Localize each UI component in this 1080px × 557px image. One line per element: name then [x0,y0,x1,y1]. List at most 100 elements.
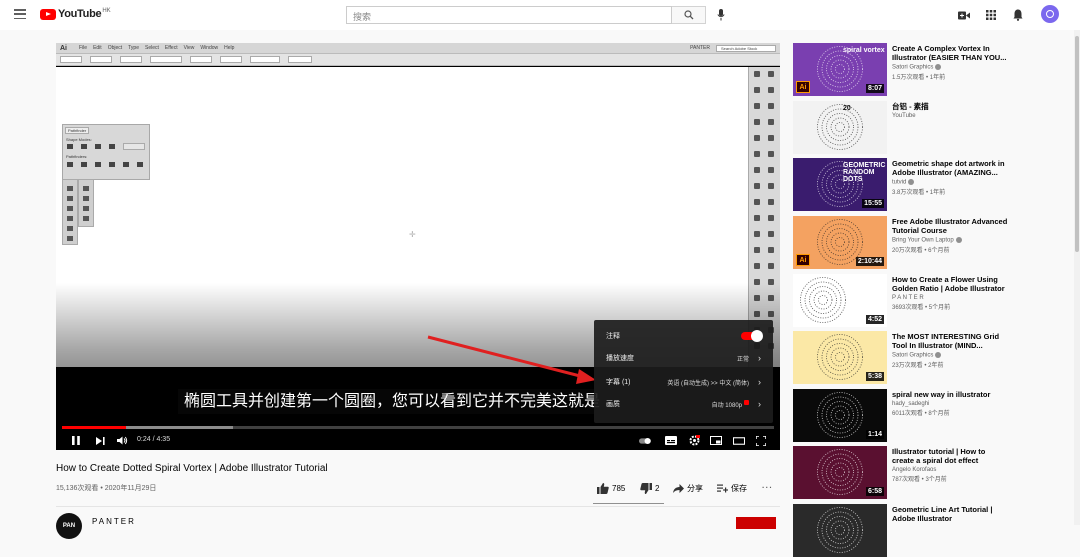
mic-icon [717,9,725,21]
captions-label: 字幕 (1) [606,379,631,386]
youtube-logo[interactable]: YouTube HK [40,8,111,20]
recommended-title[interactable]: Create A Complex Vortex In Illustrator (… [892,44,1008,62]
recommended-title[interactable]: 台铝 - 素描 [892,102,1008,111]
ai-menu-item: Effect [164,45,178,51]
recommended-title[interactable]: Geometric Line Art Tutorial | Adobe Illu… [892,505,1008,523]
subscribe-button[interactable] [736,517,776,529]
mic-button[interactable] [715,8,727,22]
annotations-toggle[interactable] [741,330,763,342]
video-thumbnail[interactable]: 5:38 [793,331,887,384]
recommended-video[interactable]: 4:52 How to Create a Flower Using Golden … [793,274,1063,327]
ai-tool-icon [768,135,774,141]
progress-played [62,426,127,429]
fullscreen-icon[interactable] [755,435,767,446]
quality-row[interactable]: 画质 自动 1080p › [594,393,773,415]
recommended-title[interactable]: Free Adobe Illustrator Advanced Tutorial… [892,217,1008,235]
search-button[interactable] [672,6,706,24]
pause-icon[interactable] [70,435,82,446]
ai-control-field [150,56,182,63]
ai-menu-item: Help [224,45,235,51]
like-button[interactable]: 785 [597,483,625,494]
ai-tool-icon [754,231,760,237]
next-icon[interactable] [94,435,106,446]
search-input[interactable]: 搜索 [346,6,672,24]
recommended-video[interactable]: spiral vortex Ai 8:07 Create A Complex Vort… [793,43,1063,96]
ai-tool-icon [754,71,760,77]
dislike-button[interactable]: 2 [640,483,659,494]
ai-tool-icon [768,247,774,253]
recommended-video[interactable]: 1:14 spiral new way in illustrator hady_sa… [793,389,1063,442]
subtitles-icon[interactable] [665,435,677,446]
playback-speed-row[interactable]: 播放速度 正常 › [594,347,773,369]
ai-tool-icon [754,263,760,269]
recommended-channel[interactable]: tutvid [892,179,1008,186]
annotations-label: 注释 [606,333,620,340]
volume-icon[interactable] [116,435,128,446]
recommended-video[interactable]: 5:38 The MOST INTERESTING Grid Tool In Il… [793,331,1063,384]
recommended-channel[interactable]: hady_sadeghi [892,401,1008,407]
ai-menu-item: Window [200,45,219,51]
recommended-video[interactable]: GEOMETRIC RANDOM DOTS 15:55 Geometric shap… [793,158,1063,211]
recommended-video[interactable]: Ai 2:10:44 Free Adobe Illustrator Advanced… [793,216,1063,269]
recommended-title[interactable]: spiral new way in illustrator [892,390,1008,399]
video-thumbnail[interactable]: 1:14 [793,389,887,442]
autoplay-toggle[interactable] [639,435,651,446]
apps-icon[interactable] [984,8,998,22]
illustrator-control-bar [56,54,780,66]
caption-tail: 这就是 [552,393,601,410]
theater-icon[interactable] [733,435,745,446]
video-duration: 6:58 [865,487,884,496]
recommended-title[interactable]: How to Create a Flower Using Golden Rati… [892,275,1008,293]
recommended-channel[interactable]: P A N T E R [892,295,1008,301]
ai-tool-icon [768,71,774,77]
video-info: spiral new way in illustrator hady_sadegh… [892,390,1008,417]
share-button[interactable]: 分享 [673,483,703,494]
youtube-play-icon [40,8,56,20]
scrollbar-thumb[interactable] [1075,36,1079,252]
ai-menu-item: Edit [93,45,102,51]
annotations-row[interactable]: 注释 [594,325,773,347]
miniplayer-icon[interactable] [710,435,722,446]
bell-icon[interactable] [1011,8,1025,22]
save-button[interactable]: 保存 [717,483,747,494]
recommended-channel[interactable]: Satori Graphics [892,64,1008,71]
video-thumbnail[interactable]: 20 [793,101,887,154]
recommended-video[interactable]: 6:58 Illustrator tutorial | How to create… [793,446,1063,499]
recommended-title[interactable]: Geometric shape dot artwork in Adobe Ill… [892,159,1008,177]
video-player[interactable]: Ai File Edit Object Type Select Effect V… [56,43,780,450]
recommended-channel[interactable]: Angelo Korofaos [892,467,1008,473]
channel-avatar[interactable]: PAN [56,513,82,539]
settings-gear-icon[interactable] [688,435,700,446]
ai-menu-item: Object [107,45,123,51]
recommended-video[interactable]: 20 台铝 - 素描 YouTube [793,101,1063,154]
avatar[interactable] [1041,5,1059,23]
video-thumbnail[interactable]: GEOMETRIC RANDOM DOTS 15:55 [793,158,887,211]
menu-icon[interactable] [14,9,26,19]
progress-bar[interactable] [62,426,774,429]
video-thumbnail[interactable]: 6:58 [793,446,887,499]
caption-text: 椭圆工具并创建第一个圆圈，您可以看到它并不完美这就是 [178,389,607,414]
video-thumbnail[interactable]: 4:52 [793,274,887,327]
create-video-icon[interactable] [957,8,971,22]
ai-menu-item: Select [144,45,159,51]
video-thumbnail[interactable]: Ai 2:10:44 [793,216,887,269]
recommended-title[interactable]: The MOST INTERESTING Grid Tool In Illust… [892,332,1008,350]
captions-row[interactable]: 字幕 (1) 英语 (自动生成) >> 中文 (简体) › [594,371,773,393]
share-label: 分享 [687,484,703,493]
recommended-channel[interactable]: YouTube [892,113,1008,119]
time-display: 0:24 / 4:35 [137,436,171,443]
more-icon[interactable]: ··· [762,483,773,492]
recommended-channel[interactable]: Bring Your Own Laptop [892,237,1008,244]
divider [56,506,780,507]
video-thumbnail[interactable]: spiral vortex Ai 8:07 [793,43,887,96]
scrollbar[interactable] [1074,30,1080,525]
ai-tool-icon [768,167,774,173]
recommended-title[interactable]: Illustrator tutorial | How to create a s… [892,447,1008,465]
ai-logo: Ai [60,44,67,52]
ai-tool-icon [768,87,774,93]
playback-speed-value: 正常 [736,356,749,363]
ai-tool-icon [768,215,774,221]
video-thumbnail[interactable] [793,504,887,557]
recommended-channel[interactable]: Satori Graphics [892,352,1008,359]
recommended-video[interactable]: Geometric Line Art Tutorial | Adobe Illu… [793,504,1063,557]
